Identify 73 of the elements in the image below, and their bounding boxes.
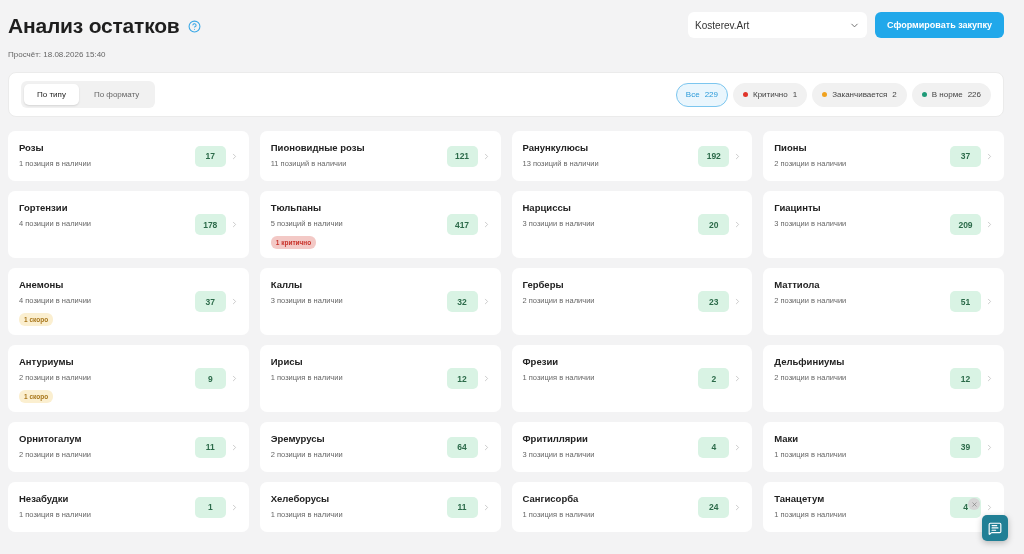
chat-icon [988,520,1002,536]
stock-count: 209 [950,214,981,235]
category-name: Нарциссы [522,202,572,213]
stock-count: 12 [950,368,981,389]
page-title: Анализ остатков [8,14,180,38]
filter-count: 226 [967,90,981,99]
category-name: Ранункулюсы [522,142,590,153]
filter-label: Все [685,90,700,99]
category-name: Антуриумы [19,356,75,367]
view-tab[interactable]: По типу [24,84,79,105]
stock-count: 9 [194,368,226,389]
category-name: Хелеборусы [270,493,331,504]
chat-button[interactable] [982,515,1008,541]
category-name: Орнитогалум [19,433,83,444]
chevron-icon [985,220,994,229]
category-name: Сангисорба [522,493,580,504]
category-name: Пионовидные розы [270,142,366,153]
status-filter[interactable]: Критично 1 [733,82,808,107]
stock-count: 23 [698,291,730,312]
stock-count: 12 [446,368,478,389]
stock-count: 11 [194,436,226,458]
view-tab[interactable]: По формату [80,84,153,105]
stock-count: 37 [194,291,226,312]
stock-count: 2 [698,368,730,389]
stock-count: 37 [950,145,981,167]
stock-count: 178 [194,214,226,235]
filter-label: В норме [931,90,963,99]
help-icon[interactable] [187,19,201,33]
chevron-icon [985,151,994,161]
category-name: Анемоны [19,279,65,290]
category-name: Маттиола [774,279,821,290]
stock-count: 192 [698,145,730,167]
stock-count: 64 [446,436,478,458]
stock-count: 39 [950,436,981,458]
category-name: Тюльпаны [270,202,323,213]
category-name: Эремурусы [270,433,326,444]
stock-count: 121 [446,145,478,167]
category-name: Дельфиниумы [774,356,846,367]
filter-count: 2 [892,90,897,99]
category-name: Фрезии [522,356,560,367]
category-name: Танацетум [774,493,826,504]
category-name: Фритиллярии [522,433,589,444]
category-name: Герберы [522,279,565,290]
store-select[interactable]: Kosterev.Art [688,12,868,38]
chevron-icon [985,502,994,512]
category-name: Каллы [270,279,304,290]
filter-label: Заканчивается [832,90,888,99]
filter-count: 1 [792,90,798,99]
category-name: Маки [774,433,800,444]
stock-count: 4 [698,436,730,458]
category-name: Пионы [774,142,808,153]
category-name: Розы [19,142,45,153]
close-icon [970,500,978,508]
stock-count: 417 [446,214,478,235]
stock-count: 20 [698,214,730,235]
stock-count: 1 [194,496,226,518]
status-filter[interactable]: Заканчивается 2 [812,82,907,107]
category-name: Гортензии [19,202,69,213]
filter-label: Критично [753,90,788,99]
category-name: Ирисы [270,356,304,367]
stock-count: 51 [950,291,981,312]
category-name: Незабудки [19,493,70,504]
status-filter[interactable]: В норме 226 [911,82,991,107]
stock-count: 32 [446,291,478,312]
chevron-icon [985,442,994,452]
updated-time: Просчёт: 18.08.2026 15:40 [8,50,107,59]
category-name: Гиацинты [774,202,822,213]
chevron-icon [985,297,994,306]
stock-count: 24 [698,496,730,518]
stock-count: 11 [446,496,478,518]
stock-count: 17 [194,145,226,167]
filter-count: 229 [704,90,718,99]
chevron-icon [985,374,994,383]
